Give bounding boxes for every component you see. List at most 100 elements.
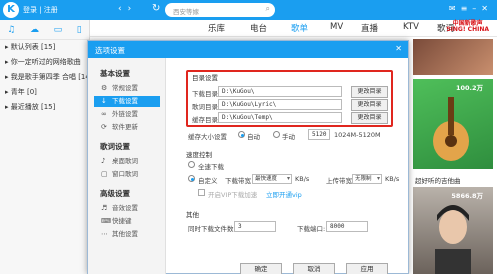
playlist-item-default[interactable]: ▸ 默认列表 [15]: [0, 40, 89, 55]
search-icon[interactable]: ⌕: [266, 4, 270, 14]
recommend-panel: 100.2万 超好听的吉他曲 5866.8万: [405, 37, 497, 274]
nav-item-hotkeys[interactable]: ⌨ 快捷键: [94, 216, 160, 227]
minimize-icon[interactable]: –: [472, 4, 481, 13]
dialog-title-bar[interactable]: 选项设置 ✕: [88, 41, 408, 58]
back-arrow-icon[interactable]: ‹: [118, 4, 128, 14]
change-download-dir-button[interactable]: 更改目录: [351, 86, 388, 98]
options-dialog: 选项设置 ✕ 基本设置 ⚙ 常规设置 ↓ 下载设置 ∞ 外链设置 ⟳ 软件更新 歌词设置…: [87, 40, 409, 274]
equalizer-icon: ♬: [101, 204, 108, 212]
menu-icon[interactable]: ≡: [461, 4, 473, 13]
playlist-item-recent[interactable]: ▸ 最近播放 [15]: [0, 100, 89, 115]
cache-auto-label: 自动: [247, 133, 260, 141]
dialog-close-icon[interactable]: ✕: [395, 44, 402, 53]
tab-mv[interactable]: MV: [330, 22, 343, 32]
nav-item-download[interactable]: ↓ 下载设置: [94, 96, 160, 107]
download-icon: ↓: [101, 97, 107, 105]
nav-group-lyrics: 歌词设置: [100, 142, 130, 151]
playlist-caption[interactable]: 超好听的吉他曲: [415, 175, 461, 185]
custom-speed-label: 自定义: [198, 177, 218, 185]
sing-china-logo[interactable]: 中国新歌声 SING! CHINA: [446, 21, 489, 33]
change-lyric-dir-button[interactable]: 更改目录: [351, 99, 388, 111]
settings-nav: 基本设置 ⚙ 常规设置 ↓ 下载设置 ∞ 外链设置 ⟳ 软件更新 歌词设置 ♪ 桌面歌词 …: [88, 58, 166, 274]
download-bandwidth-select[interactable]: 最快速度: [252, 174, 292, 184]
full-speed-radio[interactable]: [188, 161, 195, 168]
download-bandwidth-label: 下载带宽: [225, 177, 251, 185]
playlist-item-youth[interactable]: ▸ 青年 [0]: [0, 85, 89, 100]
playlist-cover-guitar[interactable]: 100.2万: [413, 79, 493, 169]
concurrent-tasks-field[interactable]: 3: [234, 221, 276, 232]
phone-icon[interactable]: ▯: [77, 25, 82, 35]
change-cache-dir-button[interactable]: 更改目录: [351, 112, 388, 124]
cache-dir-label: 缓存目录: [192, 116, 218, 124]
download-dir-field[interactable]: D:\KuGou\: [218, 86, 342, 97]
other-section-title: 其他: [186, 211, 199, 219]
nav-item-sound-effects[interactable]: ♬ 音效设置: [94, 203, 160, 214]
music-note-icon[interactable]: ♫: [7, 25, 15, 35]
cache-size-label: 缓存大小设置: [188, 133, 227, 141]
vip-accel-checkbox[interactable]: [198, 189, 205, 196]
nav-group-advanced: 高级设置: [100, 189, 130, 198]
window-controls: ✉≡–✕: [449, 4, 493, 13]
update-icon: ⟳: [101, 123, 107, 131]
custom-speed-radio[interactable]: [188, 175, 195, 182]
lyric-dir-label: 歌词目录: [192, 103, 218, 111]
nav-item-external-link[interactable]: ∞ 外链设置: [94, 109, 160, 120]
title-bar: K 登录 | 注册 ‹› ↻ 西安等嫁 ⌕ ✉≡–✕: [0, 0, 497, 20]
cache-manual-radio[interactable]: [273, 131, 280, 138]
dialog-title: 选项设置: [95, 46, 125, 55]
upload-bandwidth-unit: KB/s: [385, 175, 400, 183]
nav-item-general[interactable]: ⚙ 常规设置: [94, 83, 160, 94]
playlist-cover-artist[interactable]: 5866.8万: [413, 187, 493, 274]
cache-range-label: 1024M-5120M: [334, 131, 381, 139]
keyboard-icon: ⌨: [101, 217, 112, 225]
guitar-icon: [433, 97, 469, 161]
nav-group-basic: 基本设置: [100, 69, 130, 78]
nav-item-window-lyrics[interactable]: ▢ 窗口歌词: [94, 169, 160, 180]
tab-radio[interactable]: 电台: [250, 22, 267, 34]
skin-icon[interactable]: ✉: [449, 4, 461, 13]
history-nav: ‹›: [118, 4, 137, 14]
kugou-logo: K: [3, 2, 19, 18]
window-icon: ▢: [101, 170, 108, 178]
desktop-lyrics-icon: ♪: [101, 157, 106, 165]
speed-section-title: 速度控制: [186, 151, 212, 159]
more-icon: ⋯: [101, 230, 108, 238]
download-port-label: 下载端口:: [297, 225, 326, 233]
lyric-dir-field[interactable]: D:\KuGou\Lyric\: [218, 99, 342, 110]
nav-item-other[interactable]: ⋯ 其他设置: [94, 229, 160, 240]
download-port-field[interactable]: 8000: [326, 221, 368, 232]
search-input[interactable]: 西安等嫁 ⌕: [165, 3, 275, 17]
download-dir-label: 下载目录: [192, 90, 218, 98]
cache-auto-radio[interactable]: [238, 131, 245, 138]
login-link[interactable]: 登录 | 注册: [23, 5, 58, 15]
nav-item-update[interactable]: ⟳ 软件更新: [94, 122, 160, 133]
playlist-sidebar: ♫ ☁ ▭ ▯ ▸ 默认列表 [15] ▸ 你一定听过的网络歌曲 ▸ 我是歌手第…: [0, 20, 90, 274]
cache-size-field[interactable]: 5120: [308, 129, 330, 140]
gear-icon: ⚙: [101, 84, 108, 92]
playlist-item-singer[interactable]: ▸ 我是歌手第四季 合唱 [14]: [0, 70, 89, 85]
nav-item-desktop-lyrics[interactable]: ♪ 桌面歌词: [94, 156, 160, 167]
forward-arrow-icon[interactable]: ›: [128, 4, 138, 14]
tab-playlists[interactable]: 歌单: [291, 22, 308, 34]
open-vip-link[interactable]: 立即开通vip: [266, 189, 302, 199]
cloud-icon[interactable]: ☁: [30, 25, 39, 35]
playlist-item-network[interactable]: ▸ 你一定听过的网络歌曲: [0, 55, 89, 70]
monitor-icon[interactable]: ▭: [54, 25, 63, 35]
vip-accel-label: 开启VIP下载加速: [208, 191, 258, 199]
tab-ktv[interactable]: KTV: [403, 22, 419, 32]
link-icon: ∞: [101, 110, 107, 118]
cache-dir-field[interactable]: D:\KuGou\Temp\: [218, 112, 342, 123]
upload-bandwidth-select[interactable]: 无限制: [352, 174, 382, 184]
full-speed-label: 全速下载: [198, 163, 224, 171]
refresh-icon[interactable]: ↻: [152, 3, 160, 14]
tab-live[interactable]: 直播: [361, 22, 378, 34]
tab-library[interactable]: 乐库: [208, 22, 225, 34]
main-tabs: 乐库 电台 歌单 MV 直播 KTV 歌词 中国新歌声 SING! CHINA: [90, 20, 497, 37]
sidebar-icon-bar: ♫ ☁ ▭ ▯: [0, 20, 89, 40]
ok-button[interactable]: 确定: [240, 263, 282, 274]
dir-section-title: 目录设置: [192, 74, 218, 82]
close-icon[interactable]: ✕: [481, 4, 493, 13]
playlist-cover-1[interactable]: [413, 39, 493, 75]
cancel-button[interactable]: 取消: [293, 263, 335, 274]
apply-button[interactable]: 应用: [346, 263, 388, 274]
